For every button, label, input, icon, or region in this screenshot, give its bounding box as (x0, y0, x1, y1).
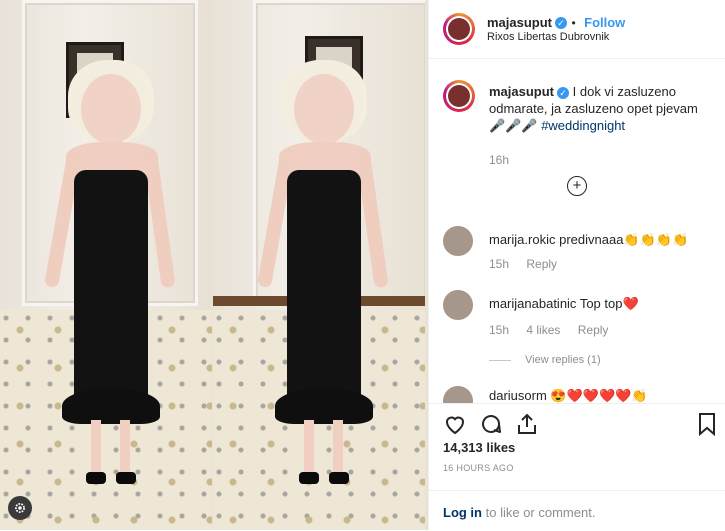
follow-button[interactable]: Follow (584, 15, 625, 30)
verified-badge-icon: ✓ (557, 86, 570, 99)
comment-time: 15h (489, 257, 510, 271)
face (81, 74, 141, 144)
photo-panel-right (213, 0, 425, 530)
face (294, 74, 354, 144)
location-link[interactable]: Rixos Libertas Dubrovnik (487, 31, 609, 43)
right-shoe (329, 472, 349, 484)
gear-icon[interactable] (8, 496, 32, 520)
author-username[interactable]: majasuput (487, 15, 552, 30)
dress-ruffle (275, 388, 373, 424)
left-shoe (299, 472, 319, 484)
commenter-username[interactable]: marijanabatinic (489, 296, 576, 311)
author-line: majasuput ✓ • Follow (487, 14, 625, 32)
post-image[interactable] (0, 0, 428, 530)
share-icon[interactable] (515, 412, 539, 436)
commenter-username[interactable]: dariusorm (489, 388, 547, 403)
comment-item: dariusorm 😍❤️❤️❤️❤️👏 (443, 386, 718, 403)
comment-time: 15h (489, 323, 510, 337)
bookmark-icon[interactable] (695, 412, 719, 437)
comment-likes[interactable]: 4 likes (526, 323, 560, 337)
right-shoe (116, 472, 136, 484)
right-leg (333, 420, 343, 478)
view-replies-button[interactable]: View replies (1) (489, 354, 601, 366)
like-count[interactable]: 14,313 likes (443, 440, 515, 455)
comment-body: dariusorm 😍❤️❤️❤️❤️👏 (489, 388, 718, 403)
right-leg (120, 420, 130, 478)
comment-text: 😍❤️❤️❤️❤️👏 (550, 388, 648, 403)
author-avatar[interactable] (443, 13, 475, 45)
commenter-username[interactable]: marija.rokic (489, 232, 555, 247)
verified-badge-icon: ✓ (555, 16, 568, 29)
caption-username[interactable]: majasuput (489, 84, 554, 99)
login-prompt-text: to like or comment. (485, 505, 596, 520)
login-footer: Log in to like or comment. (429, 490, 725, 531)
person (36, 0, 176, 484)
black-dress (74, 170, 148, 420)
comment-text: Top top❤️ (579, 296, 639, 311)
comment-meta: 15h Reply (489, 257, 571, 271)
commenter-avatar[interactable] (443, 290, 473, 320)
hashtag-link[interactable]: #weddingnight (541, 118, 625, 133)
login-link[interactable]: Log in (443, 505, 482, 520)
heart-icon[interactable] (443, 412, 467, 436)
commenter-avatar[interactable] (443, 386, 473, 403)
dress-ruffle (62, 388, 160, 424)
black-dress (287, 170, 361, 420)
reply-button[interactable]: Reply (578, 323, 609, 337)
caption-author-avatar[interactable] (443, 80, 475, 112)
action-bar (429, 403, 725, 444)
left-shoe (86, 472, 106, 484)
comment-text: predivnaaa👏👏👏👏 (559, 232, 689, 247)
comment-body: marijanabatinic Top top❤️ (489, 296, 719, 312)
post-header: majasuput ✓ • Follow Rixos Libertas Dubro… (429, 0, 725, 59)
person (249, 0, 389, 484)
comment-item: marijanabatinic Top top❤️ 15h 4 likes Re… (443, 290, 718, 350)
caption: majasuput ✓ I dok vi zasluzeno odmarate, … (489, 83, 714, 169)
posted-time[interactable]: 16 HOURS AGO (443, 463, 514, 473)
post-sidebar: majasuput ✓ • Follow Rixos Libertas Dubro… (428, 0, 725, 530)
caption-time[interactable]: 16h (489, 152, 714, 169)
comment-icon[interactable] (479, 412, 503, 436)
comment-body: marija.rokic predivnaaa👏👏👏👏 (489, 232, 719, 248)
plus-circle-icon[interactable]: + (567, 176, 587, 196)
divider-line (489, 359, 511, 361)
comment-meta: 15h 4 likes Reply (489, 323, 622, 337)
photo-panel-left (0, 0, 212, 530)
comment-item: marija.rokic predivnaaa👏👏👏👏 15h Reply (443, 226, 718, 286)
left-leg (91, 420, 101, 478)
commenter-avatar[interactable] (443, 226, 473, 256)
login-prompt: Log in to like or comment. (443, 505, 595, 520)
dot-separator: • (571, 16, 576, 30)
reply-button[interactable]: Reply (526, 257, 557, 271)
view-replies-label: View replies (1) (525, 354, 601, 366)
left-leg (304, 420, 314, 478)
